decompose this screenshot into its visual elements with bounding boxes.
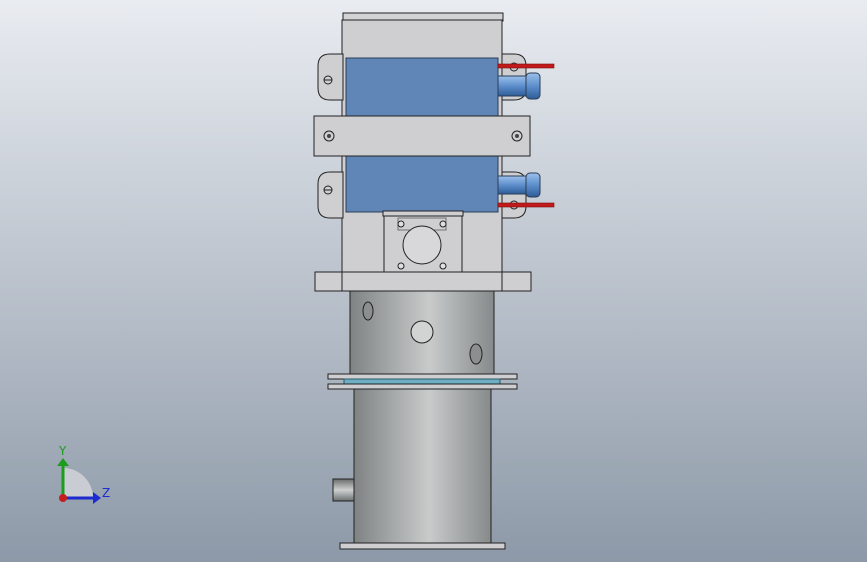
flange-bolt-hole <box>397 262 405 270</box>
wire-upper <box>497 63 555 69</box>
lower-cylinder[interactable] <box>353 388 492 544</box>
spacer-flange-top <box>327 373 518 380</box>
coil-bottom-strip <box>382 210 464 217</box>
port-hole <box>362 301 374 321</box>
wire-lower <box>497 202 555 208</box>
base-plate <box>314 271 532 292</box>
flange-bolt-hole <box>439 262 447 270</box>
clamp-bar <box>313 115 531 157</box>
flange-bolt-hole <box>439 220 447 228</box>
flange-center-bore <box>402 225 442 265</box>
spacer-seal <box>343 378 501 385</box>
left-ear-lower <box>317 171 344 219</box>
graphics-viewport[interactable]: Y Z <box>0 0 867 562</box>
y-axis-label: Y <box>58 444 67 458</box>
hose-fitting-lower[interactable] <box>497 172 541 198</box>
port-hole <box>410 320 434 344</box>
bottom-plate <box>339 542 506 550</box>
solenoid-coil-upper[interactable] <box>345 57 499 117</box>
port-hole <box>469 343 483 365</box>
side-inlet-tube[interactable] <box>332 478 355 502</box>
solenoid-coil-lower[interactable] <box>345 155 499 213</box>
spacer-flange-bottom <box>327 383 518 390</box>
z-axis-label: Z <box>102 486 110 500</box>
hose-fitting-upper[interactable] <box>497 72 541 100</box>
model-view-canvas[interactable]: Y Z <box>0 0 867 562</box>
x-axis-dot <box>59 494 67 502</box>
flange-bolt-hole <box>397 220 405 228</box>
